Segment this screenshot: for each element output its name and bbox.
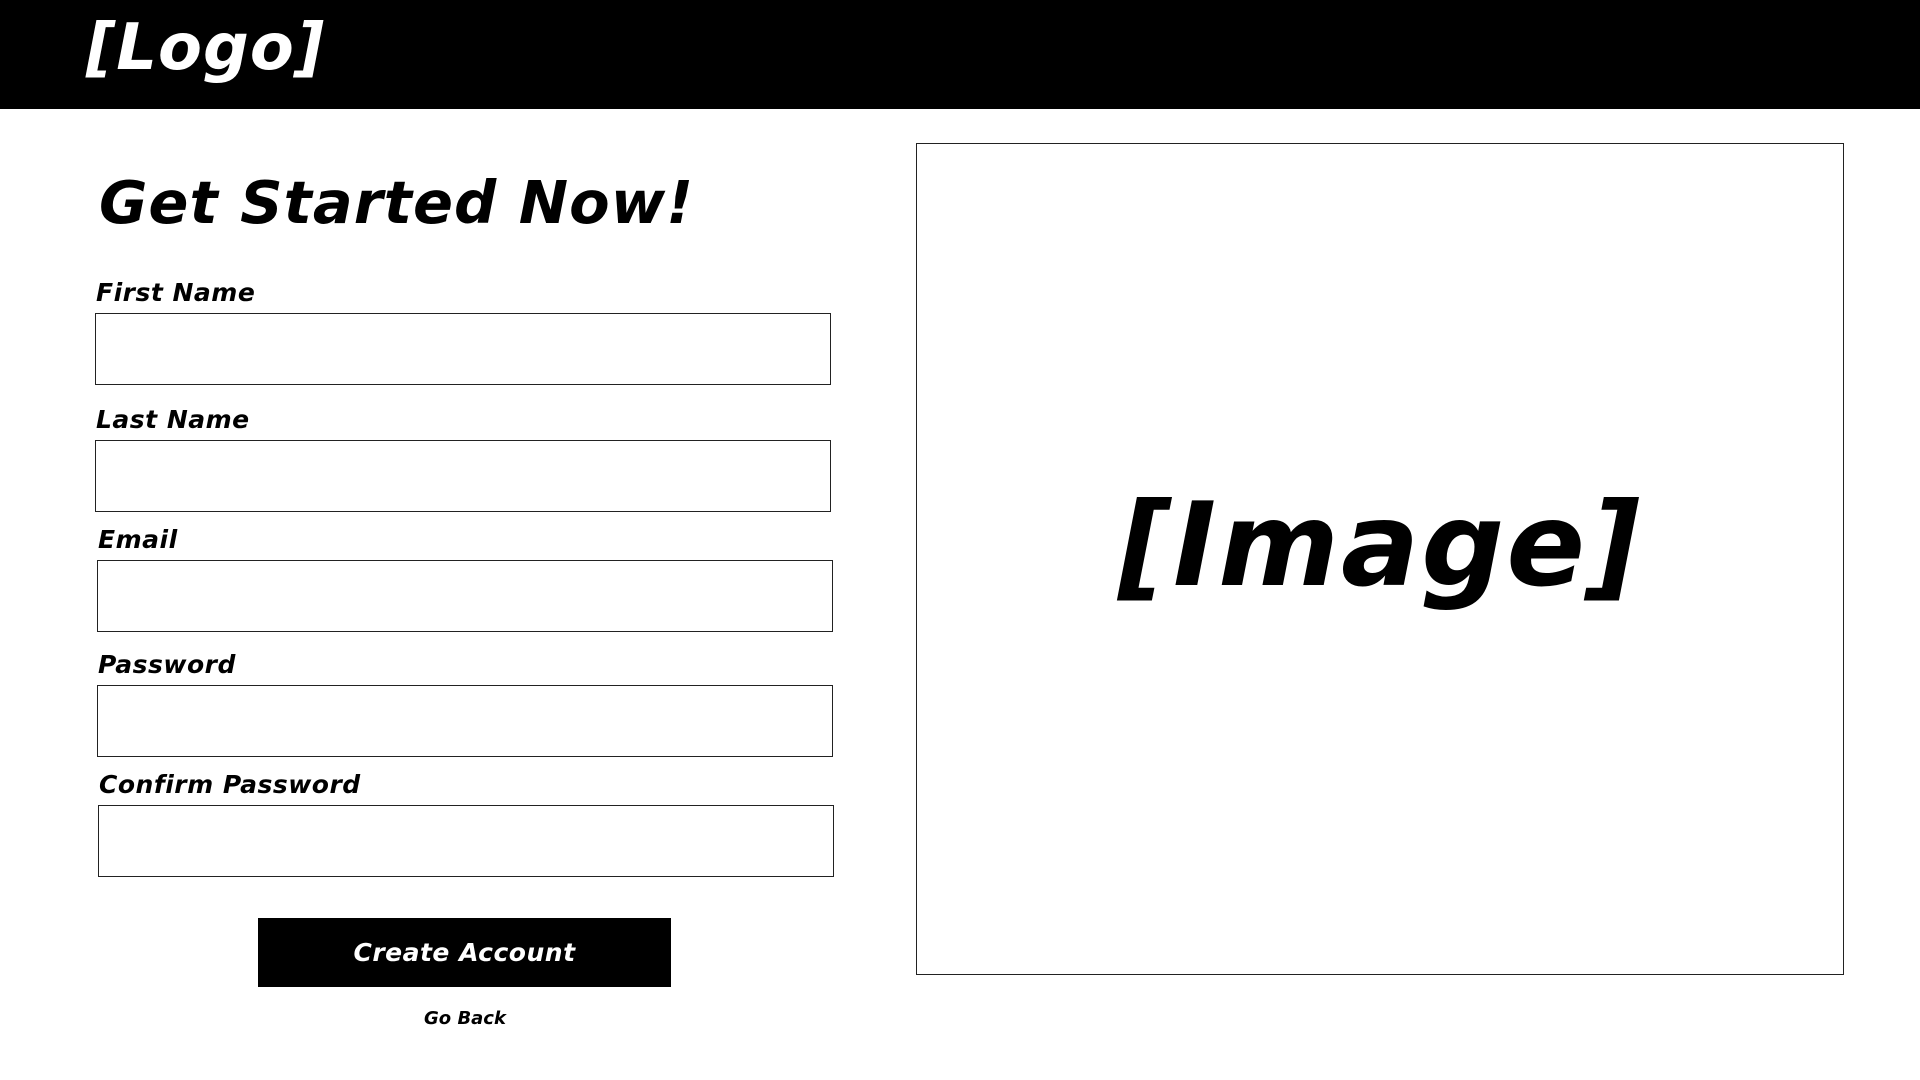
first-name-label: First Name [96,278,256,307]
create-account-button[interactable]: Create Account [258,918,671,987]
image-placeholder-text: [Image] [1117,477,1643,613]
email-label: Email [98,525,178,554]
email-input[interactable] [97,560,833,632]
last-name-input[interactable] [95,440,831,512]
hero-image-placeholder: [Image] [916,143,1844,975]
last-name-label: Last Name [96,405,250,434]
password-label: Password [98,650,236,679]
confirm-password-input[interactable] [98,805,834,877]
first-name-input[interactable] [95,313,831,385]
password-input[interactable] [97,685,833,757]
go-back-link[interactable]: Go Back [0,1008,930,1030]
confirm-password-label: Confirm Password [99,770,361,799]
top-header-bar: [Logo] [0,0,1920,109]
logo[interactable]: [Logo] [86,10,325,86]
page-title: Get Started Now! [99,168,695,237]
